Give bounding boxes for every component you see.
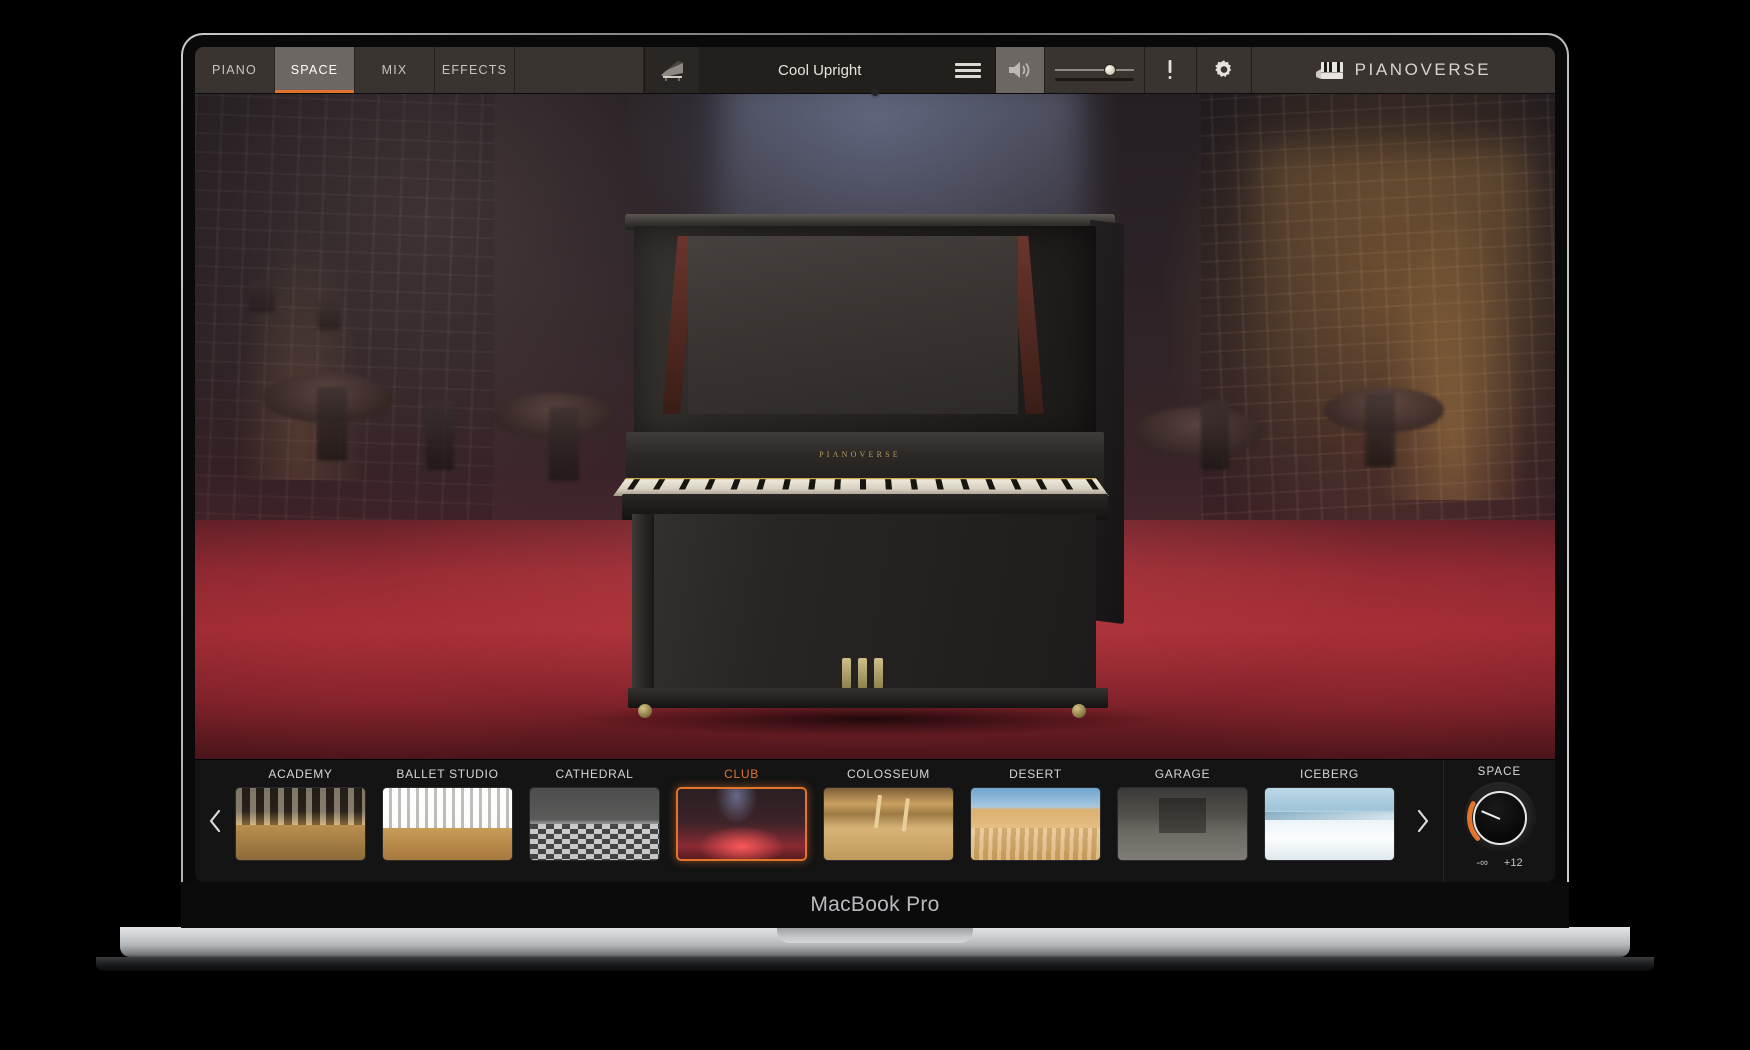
wall-picture xyxy=(317,300,342,331)
preset-item-cathedral[interactable]: CATHEDRAL xyxy=(529,767,660,861)
preset-label: CLUB xyxy=(724,767,759,781)
preset-item-garage[interactable]: GARAGE xyxy=(1117,767,1248,861)
preset-thumbnail-garage[interactable] xyxy=(1117,787,1248,861)
exclamation-icon[interactable] xyxy=(1144,47,1197,93)
club-chair xyxy=(548,406,579,481)
volume-slider-shadow xyxy=(1054,78,1134,81)
space-preset-browser: ACADEMY BALLET STUDIO CATHEDRAL CLUB COL… xyxy=(195,759,1555,882)
tab-piano-label: PIANO xyxy=(212,63,257,77)
piano-keys-icon xyxy=(1315,60,1346,81)
piano-pedal[interactable] xyxy=(874,657,883,688)
piano-leg-left xyxy=(632,513,654,702)
tab-mix[interactable]: MIX xyxy=(355,47,435,93)
pianoverse-logo-text: PIANOVERSE xyxy=(1354,60,1492,79)
scene-viewport[interactable]: PIANOVERSE xyxy=(195,94,1555,759)
knob-pointer xyxy=(1480,810,1500,820)
club-table xyxy=(1133,406,1264,457)
preset-label: ICEBERG xyxy=(1300,767,1359,781)
warm-spotlight xyxy=(1255,147,1528,520)
tab-effects[interactable]: EFFECTS xyxy=(435,47,515,93)
app-toolbar: PIANO SPACE MIX EFFECTS Cool Upright PIA… xyxy=(195,47,1555,94)
wall-picture xyxy=(249,280,276,313)
club-chair xyxy=(317,386,348,461)
volume-slider-line xyxy=(1054,69,1134,71)
piano-brand-label: PIANOVERSE xyxy=(819,449,901,459)
piano-pedal[interactable] xyxy=(858,657,867,688)
hamburger-bar xyxy=(954,62,981,66)
hamburger-menu-icon[interactable] xyxy=(941,47,995,93)
volume-slider-track[interactable] xyxy=(1054,64,1134,81)
tab-piano[interactable]: PIANO xyxy=(195,47,275,93)
preset-thumbnail-desert[interactable] xyxy=(970,787,1101,861)
laptop-base xyxy=(120,927,1630,957)
upright-piano-render[interactable]: PIANOVERSE xyxy=(590,213,1150,744)
preset-item-desert[interactable]: DESERT xyxy=(970,767,1101,861)
speaker-volume-icon[interactable] xyxy=(995,47,1045,93)
knob-min-label: -∞ xyxy=(1476,857,1488,869)
preset-item-club[interactable]: CLUB xyxy=(676,767,807,861)
preset-thumbnail-ballet-studio[interactable] xyxy=(382,787,513,861)
webcam-icon xyxy=(871,89,879,96)
hamburger-bar xyxy=(954,74,981,78)
preset-thumbnail-colosseum[interactable] xyxy=(823,787,954,861)
preset-label: BALLET STUDIO xyxy=(396,767,499,781)
space-amount-control: SPACE -∞ +12 xyxy=(1443,760,1555,882)
laptop-brand-strip: MacBook Pro xyxy=(181,882,1569,928)
tab-effects-label: EFFECTS xyxy=(441,63,508,77)
preset-item-iceberg[interactable]: ICEBERG xyxy=(1264,767,1395,861)
preset-thumbnail-cathedral[interactable] xyxy=(529,787,660,861)
laptop-foot-shadow xyxy=(96,957,1654,971)
tab-space[interactable]: SPACE xyxy=(275,47,355,93)
preset-label: ACADEMY xyxy=(268,767,333,781)
preset-label: GARAGE xyxy=(1154,767,1211,781)
laptop-brand-label: MacBook Pro xyxy=(810,893,940,916)
piano-pedal[interactable] xyxy=(842,657,851,688)
knob-title-label: SPACE xyxy=(1477,766,1522,778)
macbook-pro-laptop: MacBook Pro PIANO SPACE MIX EFFECTS Cool… xyxy=(181,33,1569,928)
piano-caster xyxy=(638,703,652,718)
preset-label: CATHEDRAL xyxy=(555,767,634,781)
knob-range-labels: -∞ +12 xyxy=(1476,857,1522,869)
piano-base xyxy=(628,687,1108,708)
knob-face[interactable] xyxy=(1472,791,1527,845)
laptop-base-notch xyxy=(777,927,973,943)
preset-name-label: Cool Upright xyxy=(778,61,862,79)
hamburger-bar xyxy=(954,68,981,72)
club-chair xyxy=(1201,399,1230,470)
tab-space-label: SPACE xyxy=(290,63,339,77)
gear-icon[interactable] xyxy=(1196,47,1252,93)
preset-label: DESERT xyxy=(1009,767,1062,781)
volume-slider-knob[interactable] xyxy=(1104,64,1117,76)
laptop-screen: PIANO SPACE MIX EFFECTS Cool Upright PIA… xyxy=(195,47,1555,882)
preset-item-academy[interactable]: ACADEMY xyxy=(235,767,366,861)
volume-slider[interactable] xyxy=(1044,47,1145,93)
preset-thumbnail-iceberg[interactable] xyxy=(1264,787,1395,861)
tab-mix-label: MIX xyxy=(381,63,408,77)
browser-next-button[interactable] xyxy=(1403,760,1443,882)
preset-thumbnail-club[interactable] xyxy=(676,787,807,861)
preset-item-ballet-studio[interactable]: BALLET STUDIO xyxy=(382,767,513,861)
pianoverse-app: PIANO SPACE MIX EFFECTS Cool Upright PIA… xyxy=(195,47,1555,882)
knob-max-label: +12 xyxy=(1503,857,1523,869)
piano-front-panel xyxy=(688,235,1018,414)
browser-prev-button[interactable] xyxy=(195,760,235,882)
preset-thumbnail-list: ACADEMY BALLET STUDIO CATHEDRAL CLUB COL… xyxy=(235,760,1403,882)
preset-label: COLOSSEUM xyxy=(847,767,930,781)
grand-piano-icon xyxy=(644,47,699,93)
club-chair xyxy=(426,399,455,470)
space-knob[interactable] xyxy=(1463,782,1536,854)
toolbar-spacer xyxy=(515,47,644,93)
preset-item-colosseum[interactable]: COLOSSEUM xyxy=(823,767,954,861)
piano-caster xyxy=(1072,703,1086,718)
preset-thumbnail-academy[interactable] xyxy=(235,787,366,861)
preset-selector[interactable]: Cool Upright xyxy=(643,47,996,93)
pianoverse-logo: PIANOVERSE xyxy=(1251,47,1555,93)
